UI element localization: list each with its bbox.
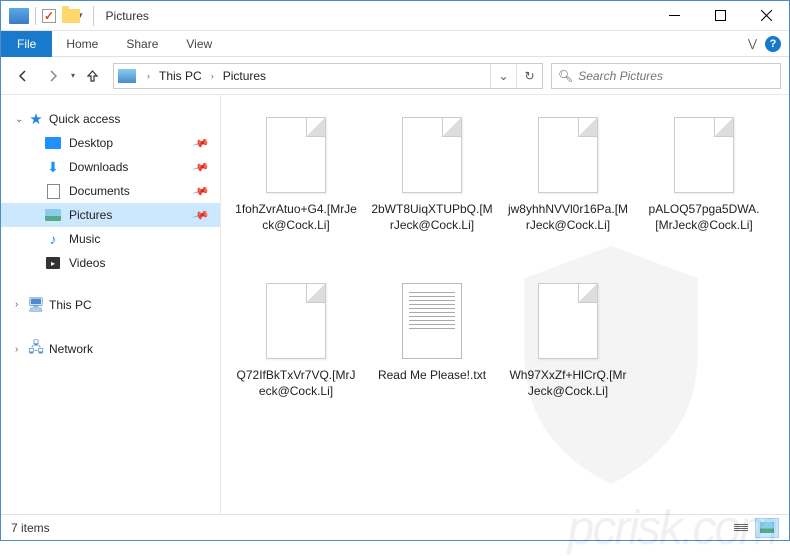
generic-file-icon [538, 117, 598, 193]
file-item[interactable]: 2bWT8UiqXTUPbQ.[MrJeck@Cock.Li] [367, 111, 497, 271]
sidebar-item-desktop[interactable]: Desktop 📌 [1, 131, 220, 155]
network-section: › 🖧 Network [1, 334, 220, 364]
video-icon [43, 257, 63, 269]
help-button[interactable]: ? [765, 36, 781, 52]
quick-access-header[interactable]: ⌄ ★ Quick access [1, 107, 220, 131]
minimize-button[interactable] [651, 1, 697, 31]
breadcrumb-label: Pictures [223, 69, 266, 83]
breadcrumb-this-pc[interactable]: This PC [155, 64, 206, 88]
this-pc-label: This PC [49, 298, 92, 312]
quick-access-label: Quick access [49, 112, 120, 126]
forward-button[interactable] [39, 62, 67, 90]
file-item[interactable]: Q72IfBkTxVr7VQ.[MrJeck@Cock.Li] [231, 277, 361, 437]
qat-separator [35, 7, 36, 25]
generic-file-icon [674, 117, 734, 193]
file-label: 2bWT8UiqXTUPbQ.[MrJeck@Cock.Li] [367, 201, 497, 233]
sidebar-item-downloads[interactable]: ⬇ Downloads 📌 [1, 155, 220, 179]
navigation-pane[interactable]: ⌄ ★ Quick access Desktop 📌 ⬇ Downloads 📌… [1, 95, 221, 514]
search-icon: 🔍︎ [558, 69, 573, 83]
body: ⌄ ★ Quick access Desktop 📌 ⬇ Downloads 📌… [1, 95, 789, 514]
recent-locations-button[interactable]: ▾ [69, 71, 77, 80]
document-icon [43, 184, 63, 199]
file-tab[interactable]: File [1, 31, 52, 57]
generic-file-icon [402, 117, 462, 193]
file-item[interactable]: jw8yhhNVVl0r16Pa.[MrJeck@Cock.Li] [503, 111, 633, 271]
title-separator [93, 6, 94, 26]
file-item[interactable]: Wh97XxZf+HlCrQ.[MrJeck@Cock.Li] [503, 277, 633, 437]
file-item[interactable]: Read Me Please!.txt [367, 277, 497, 437]
network-label: Network [49, 342, 93, 356]
file-list[interactable]: 1fohZvrAtuo+G4.[MrJeck@Cock.Li]2bWT8UiqX… [221, 95, 789, 514]
expand-icon[interactable]: › [15, 344, 27, 355]
address-bar[interactable]: › This PC › Pictures ⌄ ↻ [113, 63, 543, 89]
this-pc-section: › 🖥 This PC [1, 293, 220, 316]
star-icon: ★ [27, 110, 45, 128]
sidebar-item-videos[interactable]: Videos [1, 251, 220, 275]
window-title: Pictures [104, 9, 149, 23]
generic-file-icon [538, 283, 598, 359]
explorer-app-icon [9, 8, 29, 24]
tab-share[interactable]: Share [112, 31, 172, 57]
text-file-icon [402, 283, 462, 359]
item-count: 7 items [11, 521, 50, 535]
pc-icon: 🖥 [27, 296, 45, 313]
sidebar-item-label: Videos [69, 256, 214, 270]
file-label: Read Me Please!.txt [374, 367, 490, 383]
location-icon [118, 69, 136, 83]
qat-new-folder[interactable]: ▾ [62, 9, 83, 23]
expand-icon[interactable]: › [15, 299, 27, 310]
window-controls [651, 1, 789, 31]
network-header[interactable]: › 🖧 Network [1, 334, 220, 364]
status-bar: 7 items pcrisk.com [1, 514, 789, 540]
music-icon: ♪ [43, 231, 63, 247]
sidebar-item-pictures[interactable]: Pictures 📌 [1, 203, 220, 227]
sidebar-item-documents[interactable]: Documents 📌 [1, 179, 220, 203]
file-label: pALOQ57pga5DWA.[MrJeck@Cock.Li] [639, 201, 769, 233]
file-label: Q72IfBkTxVr7VQ.[MrJeck@Cock.Li] [231, 367, 361, 399]
file-item[interactable]: 1fohZvrAtuo+G4.[MrJeck@Cock.Li] [231, 111, 361, 271]
titlebar-left: ✓ ▾ Pictures [1, 6, 149, 26]
sidebar-item-label: Music [69, 232, 214, 246]
sidebar-item-music[interactable]: ♪ Music [1, 227, 220, 251]
network-icon: 🖧 [27, 337, 45, 361]
quick-access-section: ⌄ ★ Quick access Desktop 📌 ⬇ Downloads 📌… [1, 107, 220, 275]
file-label: Wh97XxZf+HlCrQ.[MrJeck@Cock.Li] [503, 367, 633, 399]
file-label: 1fohZvrAtuo+G4.[MrJeck@Cock.Li] [231, 201, 361, 233]
download-icon: ⬇ [43, 159, 63, 176]
navigation-bar: ▾ › This PC › Pictures ⌄ ↻ 🔍︎ [1, 57, 789, 95]
close-button[interactable] [743, 1, 789, 31]
breadcrumb-pictures[interactable]: Pictures [219, 64, 270, 88]
chevron-right-icon[interactable]: › [206, 71, 219, 81]
back-button[interactable] [9, 62, 37, 90]
desktop-icon [43, 137, 63, 149]
generic-file-icon [266, 117, 326, 193]
generic-file-icon [266, 283, 326, 359]
refresh-button[interactable]: ↻ [516, 64, 542, 88]
search-box[interactable]: 🔍︎ [551, 63, 781, 89]
pictures-icon [43, 209, 63, 221]
search-input[interactable] [578, 69, 774, 83]
file-item[interactable]: pALOQ57pga5DWA.[MrJeck@Cock.Li] [639, 111, 769, 271]
folder-icon [62, 9, 80, 23]
tab-view[interactable]: View [172, 31, 226, 57]
maximize-button[interactable] [697, 1, 743, 31]
breadcrumb-label: This PC [159, 69, 202, 83]
collapse-icon[interactable]: ⌄ [15, 114, 27, 125]
address-dropdown-button[interactable]: ⌄ [490, 64, 516, 88]
up-button[interactable] [79, 63, 105, 89]
chevron-right-icon[interactable]: › [142, 71, 155, 81]
details-view-button[interactable] [729, 518, 753, 538]
titlebar: ✓ ▾ Pictures [1, 1, 789, 31]
qat-properties-icon[interactable]: ✓ [42, 9, 56, 23]
ribbon-tabs: File Home Share View ⋁ ? [1, 31, 789, 57]
tab-home[interactable]: Home [52, 31, 112, 57]
this-pc-header[interactable]: › 🖥 This PC [1, 293, 220, 316]
collapse-ribbon-button[interactable]: ⋁ [748, 37, 757, 50]
view-switcher [729, 518, 779, 538]
large-icons-view-button[interactable] [755, 518, 779, 538]
file-label: jw8yhhNVVl0r16Pa.[MrJeck@Cock.Li] [503, 201, 633, 233]
